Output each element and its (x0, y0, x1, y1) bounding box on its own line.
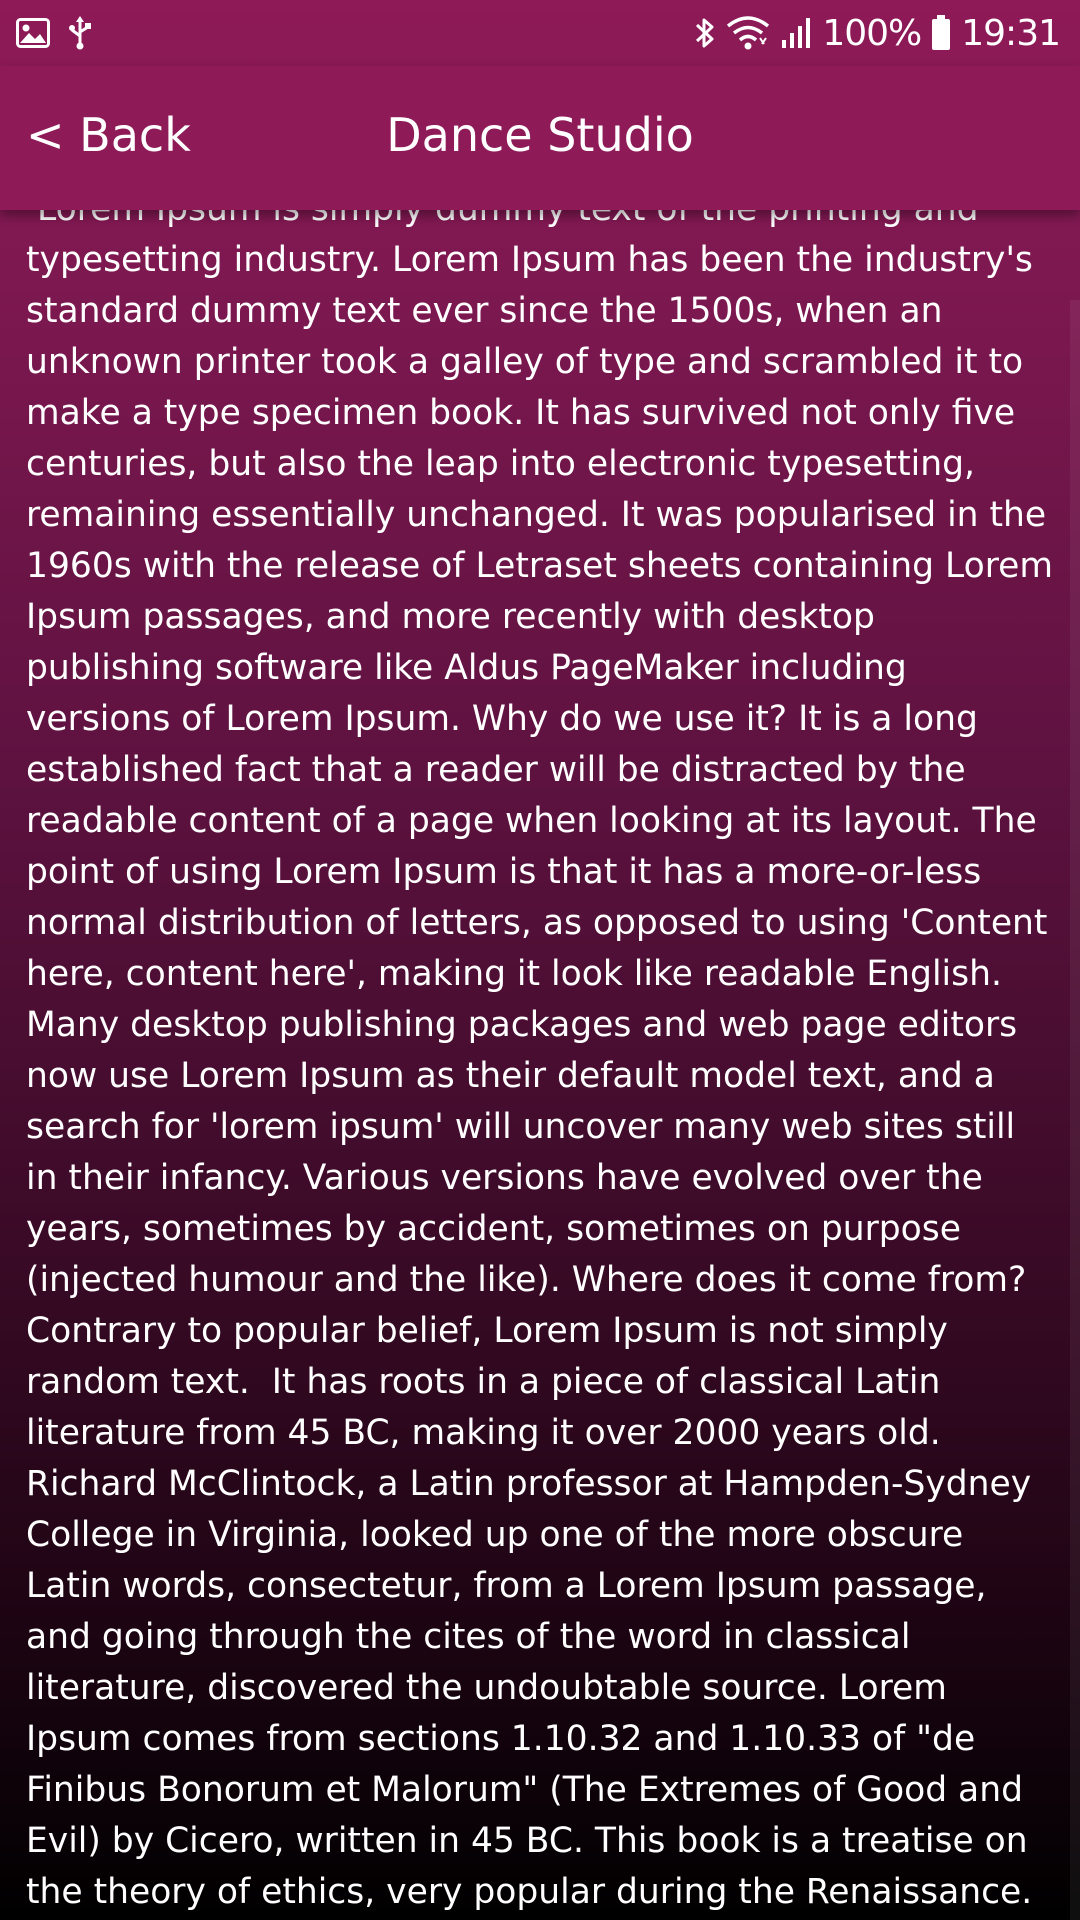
battery-icon (931, 15, 951, 51)
status-left (16, 16, 92, 50)
scrollbar[interactable] (1070, 300, 1080, 1920)
status-right: 100% 19:31 (694, 12, 1061, 54)
clock: 19:31 (961, 12, 1061, 54)
status-bar: 100% 19:31 (0, 0, 1080, 66)
article-body: Lorem Ipsum is simply dummy text of the … (26, 189, 1053, 1912)
battery-percent: 100% (822, 12, 922, 54)
bluetooth-icon (694, 15, 716, 51)
image-icon (16, 18, 50, 48)
wifi-icon (726, 16, 770, 50)
signal-icon (780, 16, 812, 50)
screen: 100% 19:31 Lorem Ipsum is simply dummy t… (0, 0, 1080, 1920)
usb-icon (68, 16, 92, 50)
app-header: < Back Dance Studio (0, 66, 1080, 210)
page-title: Dance Studio (386, 108, 694, 162)
